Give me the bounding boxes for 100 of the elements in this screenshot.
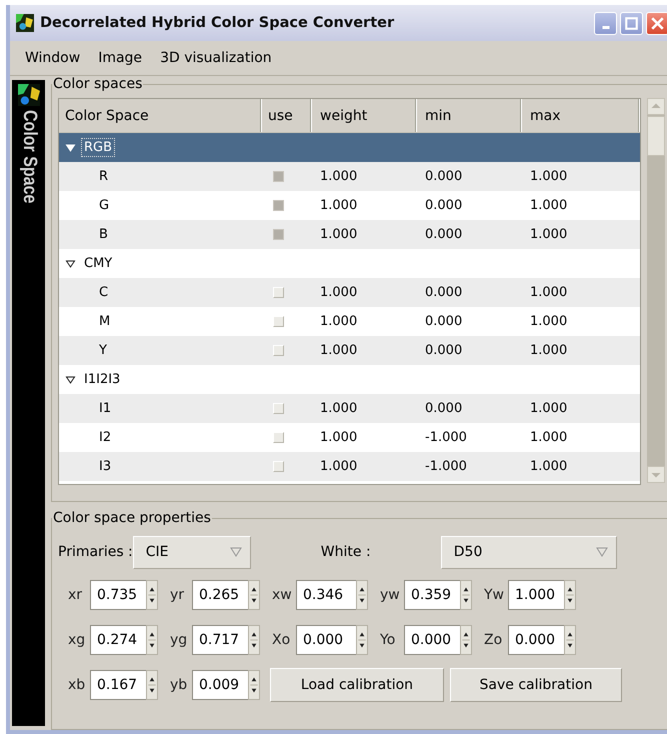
number-field[interactable]: 0.000	[508, 624, 564, 654]
spin-buttons[interactable]	[564, 580, 576, 610]
table-cell-text: -1.000	[424, 429, 468, 447]
group-title: Color spaces	[52, 76, 144, 92]
spin-buttons[interactable]	[564, 624, 576, 654]
field-label: yg	[169, 632, 188, 648]
group-label: RGB	[81, 138, 116, 157]
close-button[interactable]	[646, 12, 667, 34]
caret-icon	[596, 547, 608, 557]
table-cell-text: 0.000	[424, 226, 464, 244]
column-header[interactable]: weight	[312, 99, 417, 132]
field-label: yb	[169, 676, 188, 692]
field-label: Yw	[483, 586, 506, 602]
menu-item[interactable]: Window	[25, 50, 80, 66]
table-cell-text: 1.000	[529, 226, 568, 244]
column-header[interactable]: min	[417, 99, 522, 132]
number-field[interactable]: 0.000	[296, 624, 356, 654]
app-icon	[16, 14, 34, 32]
menu-item[interactable]: Image	[98, 50, 142, 66]
caret-icon	[230, 547, 242, 557]
spin-buttons[interactable]	[248, 624, 260, 654]
number-field[interactable]: 0.346	[296, 580, 356, 610]
tab-icon[interactable]	[18, 84, 40, 106]
table-cell-text: Y	[98, 342, 108, 360]
table-cell-text: 1.000	[319, 284, 358, 302]
table-cell-text: 1.000	[529, 284, 568, 302]
column-header[interactable]: max	[522, 99, 640, 132]
expanded-icon[interactable]	[65, 374, 76, 384]
table-cell-text: 1.000	[529, 458, 568, 476]
window-title: Decorrelated Hybrid Color Space Converter	[40, 15, 396, 31]
button[interactable]: Load calibration	[270, 668, 444, 702]
number-field[interactable]: 0.274	[90, 624, 146, 654]
table-cell-text: 1.000	[319, 197, 358, 215]
spin-buttons[interactable]	[248, 580, 260, 610]
group-label: CMY	[83, 255, 114, 273]
number-field[interactable]: 0.735	[90, 580, 146, 610]
group-label: I1I2I3	[83, 371, 122, 389]
column-header[interactable]: use	[262, 99, 312, 132]
table-cell-text: 1.000	[529, 342, 568, 360]
table-cell-text: 1.000	[319, 342, 358, 360]
dropdown[interactable]: D50	[440, 536, 617, 568]
maximize-button[interactable]	[620, 12, 643, 34]
tree-row[interactable]: I1I2I3	[59, 365, 640, 394]
tree-row[interactable]: RGB	[59, 133, 640, 162]
spin-buttons[interactable]	[146, 580, 158, 610]
field-label: White :	[320, 544, 372, 560]
number-field[interactable]: 0.000	[404, 624, 460, 654]
scrollbar[interactable]	[647, 98, 665, 483]
table-cell-text: 1.000	[319, 313, 358, 331]
table-cell-text: 1.000	[529, 313, 568, 331]
number-field[interactable]: 1.000	[508, 580, 564, 610]
spin-buttons[interactable]	[460, 624, 472, 654]
spin-buttons[interactable]	[356, 580, 368, 610]
group-title: Color space properties	[52, 510, 212, 526]
table-cell-text: G	[98, 197, 110, 215]
table-cell-text: 0.000	[424, 400, 464, 418]
table-cell-text: 0.000	[424, 342, 464, 360]
table-cell-text: 0.000	[424, 168, 464, 186]
expanded-icon[interactable]	[65, 258, 76, 268]
table-cell-text: 1.000	[529, 400, 568, 418]
side-tab[interactable]: Color Space	[18, 110, 40, 204]
field-label: Primaries :	[58, 544, 133, 560]
checkbox[interactable]	[273, 200, 284, 211]
button[interactable]: Save calibration	[450, 668, 622, 702]
field-label: yw	[379, 586, 401, 602]
table-cell-text: 1.000	[529, 197, 568, 215]
table-cell-text: I2	[98, 429, 112, 447]
spin-buttons[interactable]	[356, 624, 368, 654]
scroll-thumb[interactable]	[647, 116, 665, 156]
spin-buttons[interactable]	[460, 580, 472, 610]
number-field[interactable]: 0.265	[192, 580, 248, 610]
table-cell-text: 0.000	[424, 197, 464, 215]
table-cell-text: 1.000	[529, 429, 568, 447]
field-label: Yo	[379, 632, 396, 648]
field-label: yr	[169, 586, 186, 602]
spin-buttons[interactable]	[146, 624, 158, 654]
spin-buttons[interactable]	[248, 670, 260, 700]
table-cell-text: 1.000	[319, 400, 358, 418]
table-cell-text: I3	[98, 458, 112, 476]
table-cell-text: I1	[98, 400, 112, 418]
number-field[interactable]: 0.167	[90, 670, 146, 700]
checkbox[interactable]	[273, 229, 284, 240]
field-label: xr	[67, 586, 84, 602]
field-label: xw	[271, 586, 293, 602]
tree-row[interactable]: CMY	[59, 249, 640, 278]
number-field[interactable]: 0.009	[192, 670, 248, 700]
menu-item[interactable]: 3D visualization	[160, 50, 272, 66]
field-label: xb	[67, 676, 86, 692]
checkbox[interactable]	[273, 171, 284, 182]
spin-buttons[interactable]	[146, 670, 158, 700]
table-cell-text: B	[98, 226, 109, 244]
column-header[interactable]: Color Space	[59, 99, 262, 132]
dropdown[interactable]: CIE	[132, 536, 251, 568]
number-field[interactable]: 0.717	[192, 624, 248, 654]
minimize-icon	[602, 26, 610, 28]
table-cell-text: M	[98, 313, 112, 331]
number-field[interactable]: 0.359	[404, 580, 460, 610]
minimize-button[interactable]	[594, 12, 617, 34]
table-cell-text: R	[98, 168, 110, 186]
table-cell-text: 1.000	[319, 168, 358, 186]
